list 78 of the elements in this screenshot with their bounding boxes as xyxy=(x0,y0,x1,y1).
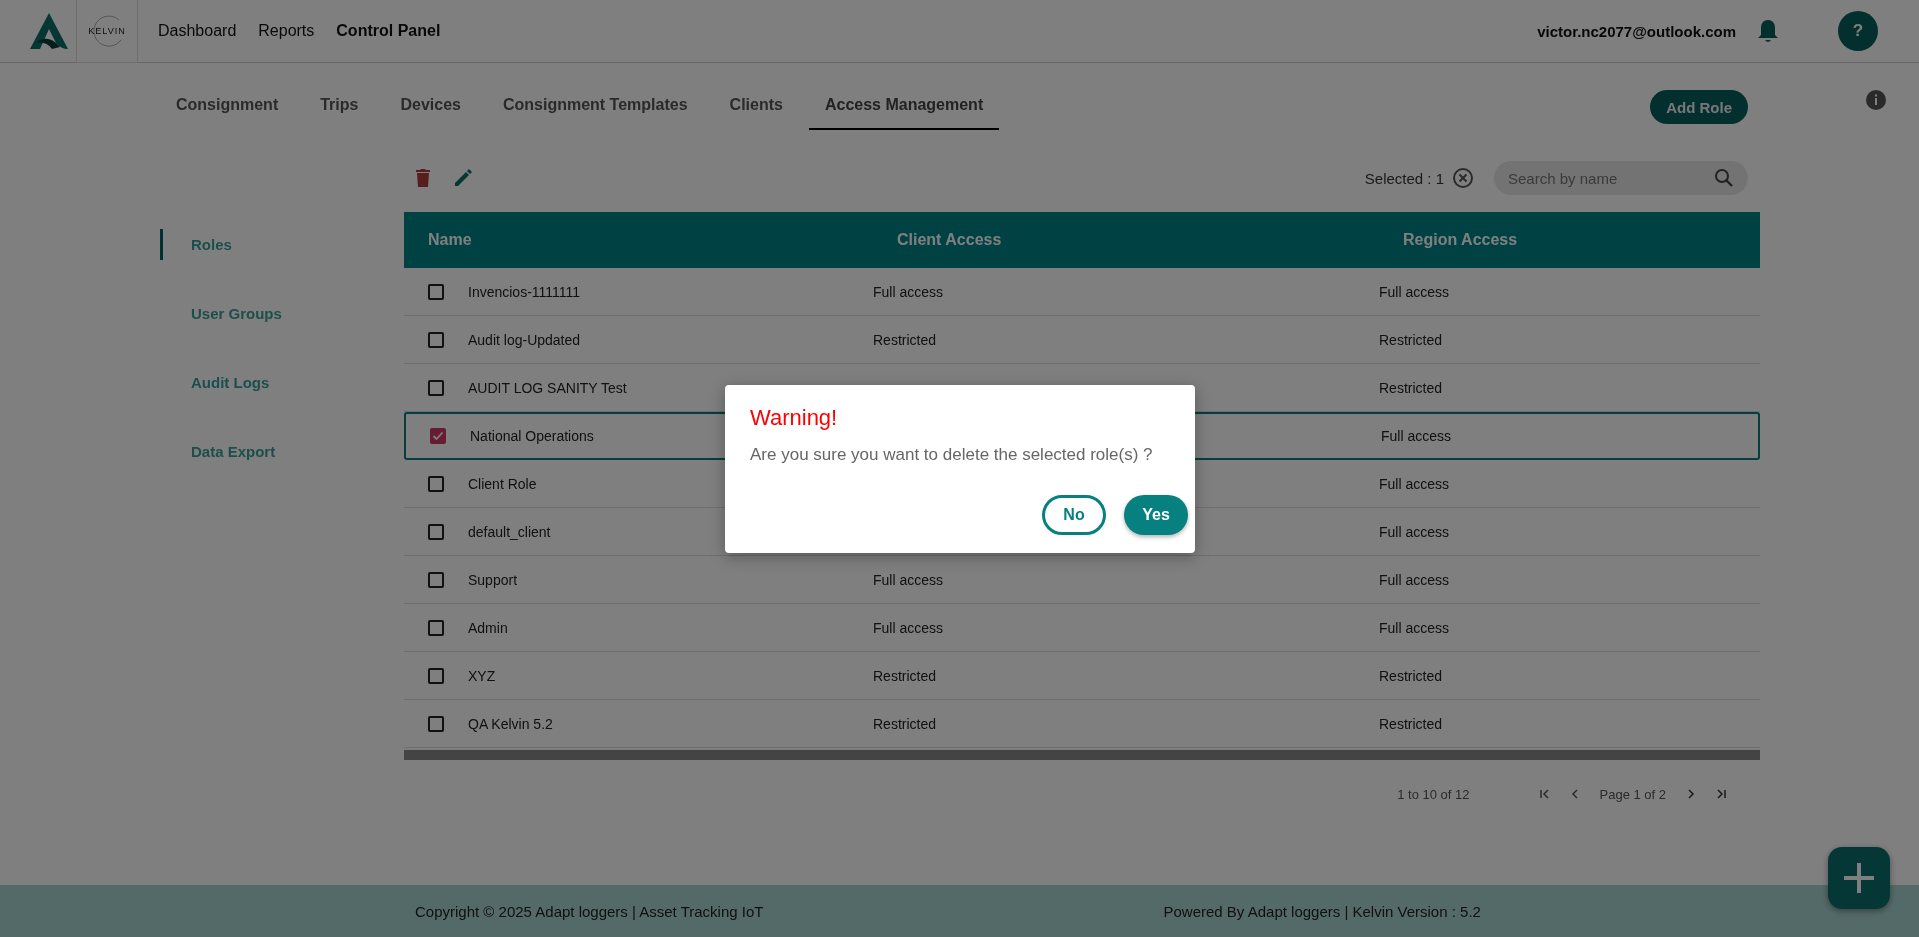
table-cell: Full access xyxy=(1381,428,1452,444)
table-cell: Full access xyxy=(873,619,944,636)
clear-icon[interactable] xyxy=(1452,167,1474,189)
tab[interactable]: Trips xyxy=(304,90,375,130)
table-cell: Support xyxy=(468,571,518,588)
last-page-icon[interactable] xyxy=(1714,787,1728,801)
table-cell: Full access xyxy=(1379,283,1450,300)
table-cell: Full access xyxy=(873,283,944,300)
copyright-text: Copyright © 2025 Adapt loggers | Asset Tracking IoT xyxy=(415,902,764,920)
search-field[interactable]: Search by name xyxy=(1494,161,1748,195)
dialog-message: Are you sure you want to delete the selected role(s) ? xyxy=(750,445,1154,465)
plus-icon xyxy=(1841,860,1877,896)
table-cell: Restricted xyxy=(873,715,937,732)
column-header[interactable]: Client Access xyxy=(873,231,1379,249)
tab[interactable]: Consignment Templates xyxy=(486,90,704,130)
search-icon[interactable] xyxy=(1714,168,1734,188)
table-cell: Full access xyxy=(1379,619,1450,636)
table-cell: Full access xyxy=(1379,523,1450,540)
table-cell: AUDIT LOG SANITY Test xyxy=(468,379,627,396)
table-cell: Restricted xyxy=(1379,715,1443,732)
dialog-button[interactable]: No xyxy=(1042,495,1106,535)
tab[interactable]: Devices xyxy=(384,90,477,130)
column-header[interactable]: Name xyxy=(404,231,873,249)
nav-link[interactable]: Reports xyxy=(252,22,321,40)
row-checkbox[interactable] xyxy=(428,475,444,492)
row-checkbox[interactable] xyxy=(430,428,446,444)
row-checkbox[interactable] xyxy=(428,667,444,684)
table-cell: Restricted xyxy=(873,667,937,684)
nav-link[interactable]: Control Panel xyxy=(330,22,447,40)
edit-icon[interactable] xyxy=(452,167,474,189)
table-cell: Admin xyxy=(468,619,508,636)
dialog-title: Warning! xyxy=(750,405,839,431)
add-role-button[interactable]: Add Role xyxy=(1650,90,1748,124)
logo-icon xyxy=(30,13,68,49)
row-checkbox[interactable] xyxy=(428,283,444,300)
table-cell: Full access xyxy=(873,571,944,588)
tab[interactable]: Access Management xyxy=(808,90,1000,130)
first-page-icon[interactable] xyxy=(1537,787,1552,801)
add-icon-button[interactable] xyxy=(1828,847,1890,909)
table-cell: Restricted xyxy=(1379,331,1443,348)
sidebar-item[interactable]: Data Export xyxy=(160,436,276,467)
page-range: 1 to 10 of 12 xyxy=(1397,786,1470,802)
selected-count: Selected : 1 xyxy=(1364,169,1444,187)
info-icon[interactable] xyxy=(1866,90,1886,110)
table-cell: XYZ xyxy=(468,667,496,684)
table-cell: Full access xyxy=(1379,571,1450,588)
column-header[interactable]: Region Access xyxy=(1379,231,1760,249)
table-cell: Restricted xyxy=(873,331,937,348)
table-cell: Restricted xyxy=(1379,667,1443,684)
table-cell: QA Kelvin 5.2 xyxy=(468,715,553,732)
check-icon xyxy=(432,430,444,442)
brand-logo: KELVIN xyxy=(76,0,138,63)
table-cell: Full access xyxy=(1379,475,1450,492)
sidebar-item[interactable]: User Groups xyxy=(160,298,282,329)
scrollbar[interactable] xyxy=(404,750,1760,760)
tab[interactable]: Consignment xyxy=(160,90,295,130)
table-cell: Restricted xyxy=(1379,379,1443,396)
user-email[interactable]: victor.nc2077@outlook.com xyxy=(1537,22,1736,40)
table-cell: Invencios-1111111 xyxy=(468,283,581,300)
row-checkbox[interactable] xyxy=(428,619,444,636)
row-checkbox[interactable] xyxy=(428,331,444,348)
bell-icon[interactable] xyxy=(1756,18,1780,44)
sidebar-item[interactable]: Roles xyxy=(160,229,232,260)
help-button[interactable]: ? xyxy=(1838,11,1878,51)
row-checkbox[interactable] xyxy=(428,571,444,588)
table-cell: National Operations xyxy=(470,428,594,444)
table-cell: Audit log-Updated xyxy=(468,331,581,348)
dialog-button[interactable]: Yes xyxy=(1124,495,1188,535)
row-checkbox[interactable] xyxy=(428,715,444,732)
tab[interactable]: Clients xyxy=(713,90,799,130)
table-cell: default_client xyxy=(468,523,551,540)
version-text: Powered By Adapt loggers | Kelvin Version : 5.2 xyxy=(1163,902,1481,920)
row-checkbox[interactable] xyxy=(428,523,444,540)
sidebar-item[interactable]: Audit Logs xyxy=(160,367,270,398)
row-checkbox[interactable] xyxy=(428,379,444,396)
table-cell: Client Role xyxy=(468,475,537,492)
nav-link[interactable]: Dashboard xyxy=(152,22,243,40)
page-indicator: Page 1 of 2 xyxy=(1599,786,1666,802)
